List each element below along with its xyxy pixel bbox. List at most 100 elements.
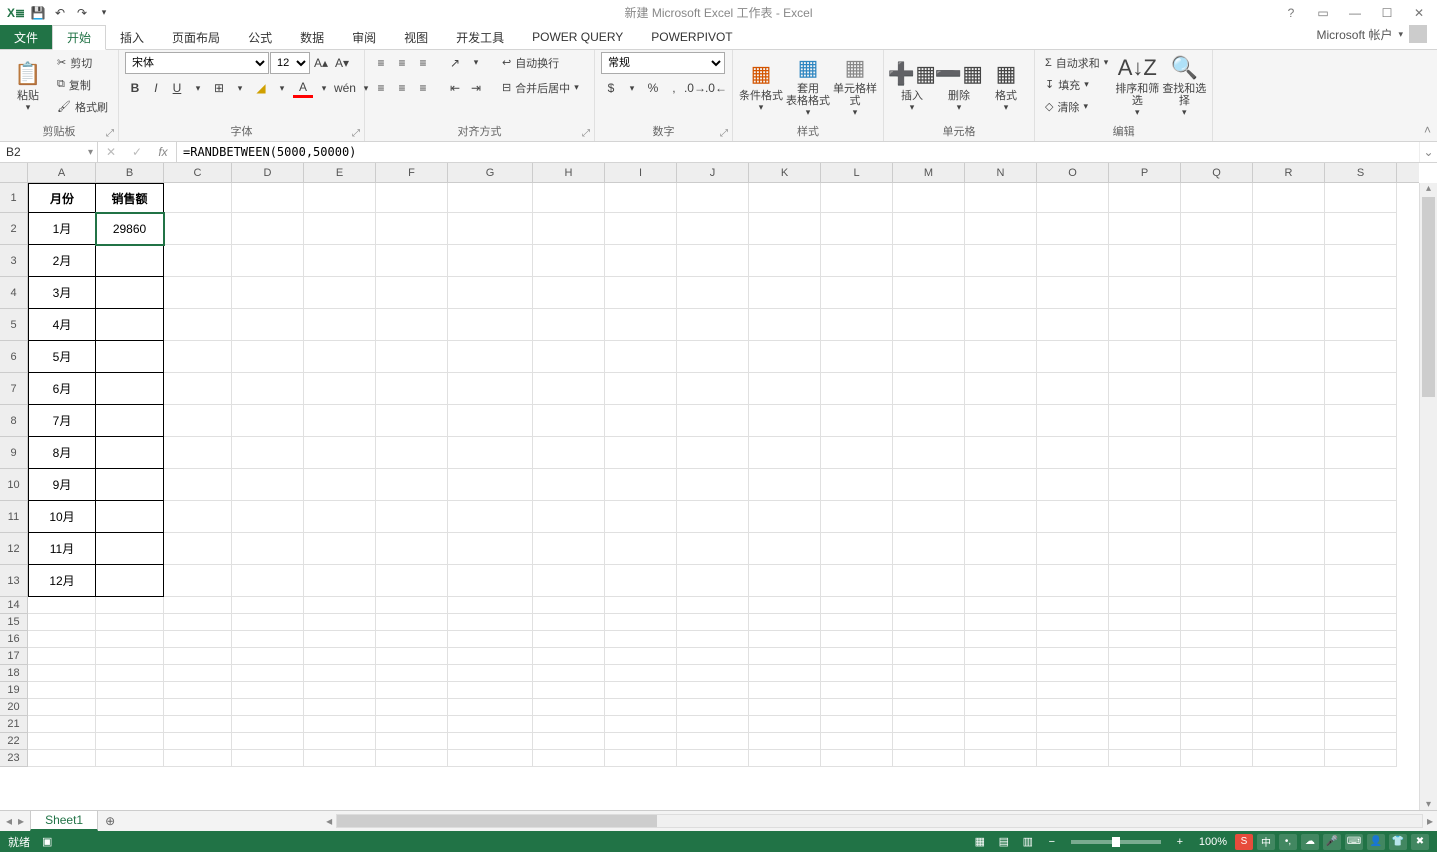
cell[interactable] [893, 699, 965, 716]
cell[interactable] [893, 501, 965, 533]
cell[interactable] [28, 699, 96, 716]
insert-cells-button[interactable]: ➕▦插入▾ [890, 52, 934, 118]
wrap-text-button[interactable]: ↩自动换行 [498, 52, 563, 73]
cell[interactable] [1037, 373, 1109, 405]
underline-dropdown-icon[interactable]: ▾ [188, 78, 208, 98]
cell[interactable] [533, 750, 605, 767]
cell[interactable] [1109, 405, 1181, 437]
scroll-right-icon[interactable]: ▸ [1423, 814, 1437, 828]
cell[interactable] [28, 716, 96, 733]
tab-data[interactable]: 数据 [286, 25, 338, 49]
cell[interactable] [304, 469, 376, 501]
tray-icon[interactable]: ✖ [1411, 834, 1429, 850]
cell[interactable] [1253, 309, 1325, 341]
scroll-left-icon[interactable]: ◂ [322, 814, 336, 828]
row-header[interactable]: 16 [0, 631, 27, 648]
cell[interactable] [28, 631, 96, 648]
cell[interactable] [533, 213, 605, 245]
cell[interactable] [533, 733, 605, 750]
row-header[interactable]: 4 [0, 277, 27, 309]
redo-icon[interactable]: ↷ [72, 3, 92, 23]
sheet-tab-active[interactable]: Sheet1 [30, 811, 98, 831]
cell[interactable] [1325, 614, 1397, 631]
cell[interactable] [749, 614, 821, 631]
cell[interactable] [448, 309, 533, 341]
cell[interactable] [821, 405, 893, 437]
cell[interactable] [1181, 277, 1253, 309]
cell[interactable] [304, 733, 376, 750]
cell[interactable] [965, 501, 1037, 533]
cell[interactable] [893, 373, 965, 405]
row-header[interactable]: 9 [0, 437, 27, 469]
cell[interactable] [965, 682, 1037, 699]
cell[interactable] [1037, 213, 1109, 245]
cell[interactable] [1037, 469, 1109, 501]
cell[interactable] [893, 309, 965, 341]
cell[interactable] [533, 277, 605, 309]
cell[interactable] [1109, 341, 1181, 373]
cell[interactable] [893, 597, 965, 614]
cell[interactable] [1253, 631, 1325, 648]
cell[interactable] [376, 716, 448, 733]
cell[interactable] [1181, 437, 1253, 469]
cell[interactable] [1325, 631, 1397, 648]
cell[interactable] [376, 405, 448, 437]
cell[interactable] [749, 501, 821, 533]
cell[interactable] [448, 469, 533, 501]
decrease-indent-icon[interactable]: ⇤ [445, 78, 465, 98]
cell[interactable] [376, 682, 448, 699]
ime-lang-icon[interactable]: 中 [1257, 834, 1275, 850]
cell[interactable] [164, 565, 232, 597]
cell[interactable] [533, 341, 605, 373]
delete-cells-button[interactable]: ➖▦删除▾ [937, 52, 981, 118]
column-header[interactable]: F [376, 163, 448, 182]
cell[interactable] [605, 309, 677, 341]
cell[interactable] [749, 245, 821, 277]
tab-home[interactable]: 开始 [52, 25, 106, 50]
cell[interactable] [1109, 716, 1181, 733]
tab-powerquery[interactable]: POWER QUERY [518, 25, 637, 49]
tab-view[interactable]: 视图 [390, 25, 442, 49]
cell[interactable] [1109, 699, 1181, 716]
cell[interactable] [965, 565, 1037, 597]
row-header[interactable]: 7 [0, 373, 27, 405]
cell[interactable] [605, 750, 677, 767]
cell[interactable] [232, 648, 304, 665]
cell[interactable] [533, 183, 605, 213]
cut-button[interactable]: ✂剪切 [53, 52, 112, 73]
cell[interactable] [28, 750, 96, 767]
cell[interactable] [1325, 733, 1397, 750]
cell[interactable] [448, 341, 533, 373]
expand-formula-bar-icon[interactable]: ⌄ [1419, 142, 1437, 162]
cell[interactable] [1325, 665, 1397, 682]
cell[interactable] [232, 665, 304, 682]
cell[interactable] [28, 597, 96, 614]
cell[interactable] [232, 405, 304, 437]
cell[interactable] [821, 750, 893, 767]
cell[interactable] [893, 648, 965, 665]
cell[interactable] [677, 733, 749, 750]
cell[interactable] [605, 213, 677, 245]
cell[interactable] [605, 648, 677, 665]
cell[interactable] [376, 373, 448, 405]
cell[interactable] [749, 716, 821, 733]
row-header[interactable]: 6 [0, 341, 27, 373]
cell[interactable] [304, 716, 376, 733]
cell[interactable] [677, 750, 749, 767]
cell[interactable] [448, 716, 533, 733]
cell[interactable] [533, 699, 605, 716]
view-page-layout-icon[interactable]: ▤ [993, 834, 1015, 850]
cell[interactable] [376, 733, 448, 750]
cell[interactable] [232, 437, 304, 469]
cell[interactable] [164, 277, 232, 309]
vertical-scrollbar[interactable]: ▴ ▾ [1419, 183, 1437, 810]
tray-icon[interactable]: ☁ [1301, 834, 1319, 850]
cell[interactable] [376, 533, 448, 565]
cell[interactable] [1325, 501, 1397, 533]
cell[interactable] [1109, 245, 1181, 277]
column-header[interactable]: Q [1181, 163, 1253, 182]
cell[interactable]: 29860 [96, 213, 164, 245]
cell[interactable] [893, 277, 965, 309]
cell[interactable] [893, 183, 965, 213]
cell[interactable] [821, 501, 893, 533]
